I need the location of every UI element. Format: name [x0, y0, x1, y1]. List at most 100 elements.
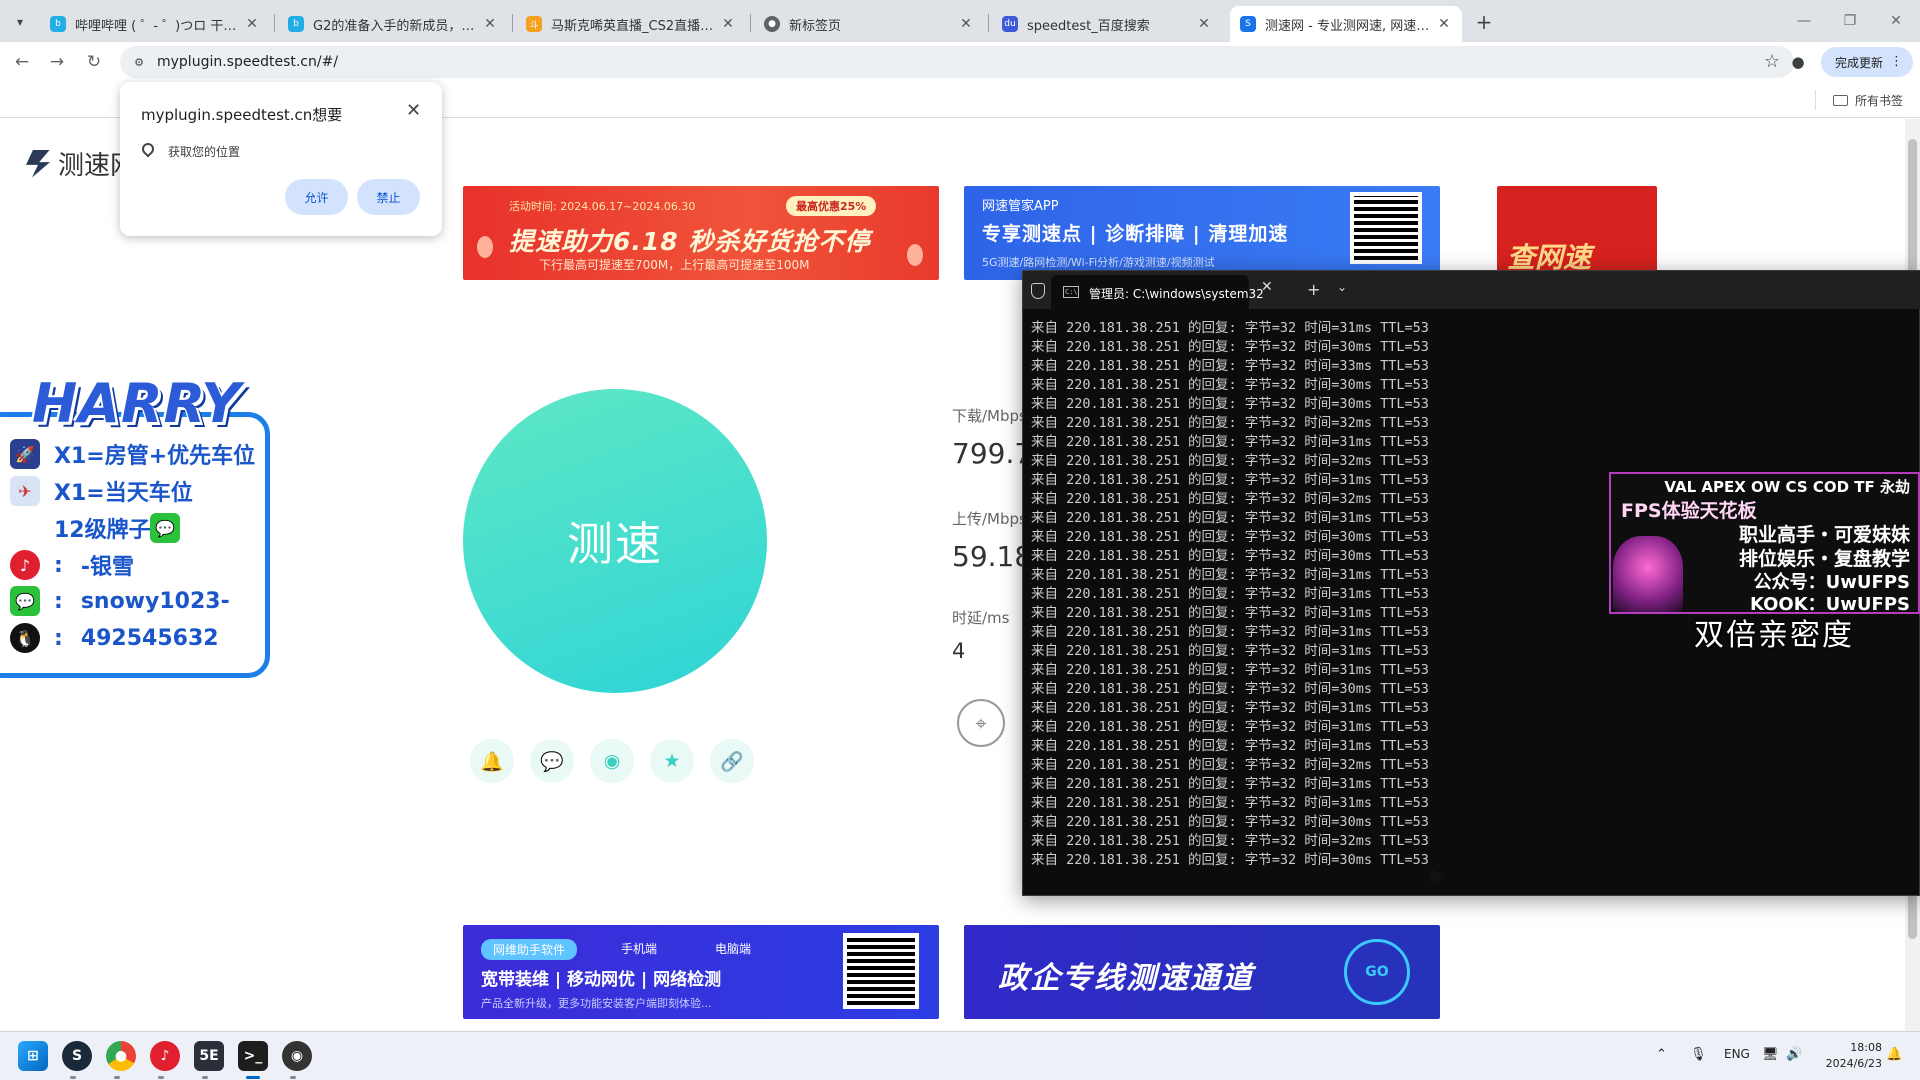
tab-divider [988, 14, 989, 32]
volume-icon[interactable]: 🔊 [1786, 1047, 1802, 1062]
tab-baidu-search[interactable]: du speedtest_百度搜索 ✕ [992, 6, 1222, 42]
notification-bell-icon[interactable]: 🔔 [1886, 1047, 1902, 1062]
close-icon[interactable]: ✕ [720, 16, 736, 32]
terminal-tab-bar: C:\ 管理员: C:\windows\system32 ✕ + ⌄ [1023, 271, 1920, 309]
banner-check-speed[interactable]: 查网速 [1497, 186, 1657, 280]
terminal-tab[interactable]: C:\ 管理员: C:\windows\system32 [1051, 275, 1264, 309]
banner-enterprise-speedtest[interactable]: 政企专线测速通道 GO [964, 925, 1440, 1019]
terminal-line: 来自 220.181.38.251 的回复: 字节=32 时间=30ms TTL… [1031, 852, 1429, 868]
microphone-icon[interactable]: 🎙 [1690, 1047, 1707, 1062]
new-terminal-tab-icon[interactable]: + [1307, 280, 1320, 299]
favorite-star-icon[interactable]: ★ [650, 739, 694, 783]
banner-app-features: 专享测速点 | 诊断排障 | 清理加速 [982, 223, 1289, 245]
streamer-info-sticker: HARRY 🚀 X1=房管+优先车位 ✈ X1=当天车位 12级牌子 群 💬 ♪… [0, 372, 272, 680]
terminal-line: 来自 220.181.38.251 的回复: 字节=32 时间=32ms TTL… [1031, 453, 1429, 469]
tray-chevron-up-icon[interactable]: ⌃ [1656, 1047, 1667, 1062]
banner-618-sale[interactable]: 活动时间: 2024.06.17~2024.06.30 最高优惠25% 提速助力… [463, 186, 939, 280]
speedtest-icon: S [1240, 16, 1256, 32]
folder-icon [1833, 95, 1848, 106]
chevron-down-icon[interactable]: ⌄ [1337, 280, 1347, 294]
tab-bilibili-home[interactable]: b 哔哩哔哩 ( ゜- ゜)つロ 干杯~-bili ✕ [40, 6, 270, 42]
balloon-icon [907, 244, 923, 266]
address-bar[interactable]: ⚙ myplugin.speedtest.cn/#/ ☆ [120, 46, 1794, 78]
terminal-line: 来自 220.181.38.251 的回复: 字节=32 时间=32ms TTL… [1031, 757, 1429, 773]
terminal-tab-title: 管理员: C:\windows\system32 [1089, 287, 1264, 301]
banner-app[interactable]: 网速管家APP 专享测速点 | 诊断排障 | 清理加速 5G测速/路网检测/Wi… [964, 186, 1440, 280]
close-icon[interactable]: ✕ [1261, 279, 1273, 295]
latency-value: 4 [952, 639, 966, 663]
terminal-output[interactable]: 来自 220.181.38.251 的回复: 字节=32 时间=31ms TTL… [1031, 319, 1429, 870]
update-button[interactable]: 完成更新 ⋮ [1821, 47, 1913, 77]
back-arrow-icon[interactable]: ← [8, 48, 36, 76]
forward-arrow-icon[interactable]: → [43, 48, 71, 76]
5e-platform-icon[interactable]: 5E [194, 1041, 224, 1071]
profile-icon[interactable]: ● [1786, 50, 1810, 74]
tab-bilibili-video[interactable]: b G2的准备入手的新成员，大家觉 ✕ [278, 6, 508, 42]
obs-icon[interactable]: ◉ [282, 1041, 312, 1071]
permission-request: 获取您的位置 [168, 145, 241, 159]
go-button[interactable]: GO [1344, 939, 1410, 1005]
more-menu-icon[interactable]: ⋮ [1890, 54, 1903, 69]
steam-icon[interactable]: S [62, 1041, 92, 1071]
restore-icon[interactable]: ❐ [1830, 8, 1870, 34]
banner-enterprise-title: 政企专线测速通道 [998, 961, 1254, 996]
input-language[interactable]: ENG [1724, 1047, 1750, 1061]
location-pin-icon [139, 140, 157, 158]
terminal-line: 来自 220.181.38.251 的回复: 字节=32 时间=31ms TTL… [1031, 472, 1429, 488]
tab-douyu[interactable]: 斗 马斯克唏英直播_CS2直播_斗鱼 ✕ [516, 6, 746, 42]
close-icon[interactable]: ✕ [1196, 16, 1212, 32]
terminal-line: 来自 220.181.38.251 的回复: 字节=32 时间=30ms TTL… [1031, 814, 1429, 830]
stream-promo-overlay: VAL APEX OW CS COD TF 永劫 FPS体验天花板 职业高手・可… [1609, 472, 1920, 614]
reload-icon[interactable]: ↻ [80, 48, 108, 76]
banner-helper-title: 宽带装维 | 移动网优 | 网络检测 [481, 970, 722, 990]
close-icon[interactable]: ✕ [244, 16, 260, 32]
sticker-colon: : [54, 625, 63, 651]
tab-divider [750, 14, 751, 32]
netease-music-icon[interactable]: ♪ [150, 1041, 180, 1071]
tab-speedtest[interactable]: S 测速网 - 专业测网速, 网速测试 ✕ [1230, 6, 1462, 42]
url-text[interactable]: myplugin.speedtest.cn/#/ [157, 54, 338, 70]
close-icon[interactable]: ✕ [482, 16, 498, 32]
allow-button[interactable]: 允许 [285, 179, 348, 215]
close-icon[interactable]: ✕ [1436, 16, 1452, 32]
start-speedtest-button[interactable]: 测速 [463, 389, 767, 693]
running-app-indicator [202, 1076, 208, 1079]
taskbar-clock[interactable]: 18:08 2024/6/23 [1822, 1040, 1882, 1072]
bilibili-icon: b [288, 16, 304, 32]
sticker-row-text: -银雪 [80, 555, 134, 580]
weibo-share-icon[interactable]: ◉ [590, 739, 634, 783]
site-info-icon[interactable]: ⚙ [130, 53, 148, 71]
qq-icon: 🐧 [10, 623, 40, 653]
new-tab-plus-icon[interactable]: + [1471, 9, 1497, 35]
terminal-line: 来自 220.181.38.251 的回复: 字节=32 时间=31ms TTL… [1031, 738, 1429, 754]
window-close-icon[interactable]: ✕ [1876, 8, 1916, 34]
share-row: 🔔 💬 ◉ ★ 🔗 [470, 739, 770, 783]
tab-search-chevron-icon[interactable]: ▾ [8, 10, 32, 34]
terminal-line: 来自 220.181.38.251 的回复: 字节=32 时间=30ms TTL… [1031, 339, 1429, 355]
chrome-icon[interactable]: ● [106, 1041, 136, 1071]
terminal-line: 来自 220.181.38.251 的回复: 字节=32 时间=31ms TTL… [1031, 700, 1429, 716]
wechat-share-icon[interactable]: 💬 [530, 739, 574, 783]
bookmark-star-icon[interactable]: ☆ [1764, 51, 1780, 72]
network-icon[interactable]: 🖥 [1762, 1047, 1779, 1062]
terminal-line: 来自 220.181.38.251 的回复: 字节=32 时间=31ms TTL… [1031, 719, 1429, 735]
terminal-line: 来自 220.181.38.251 的回复: 字节=32 时间=30ms TTL… [1031, 377, 1429, 393]
terminal-line: 来自 220.181.38.251 的回复: 字节=32 时间=31ms TTL… [1031, 795, 1429, 811]
location-pin-icon[interactable]: ⌖ [957, 699, 1005, 747]
sticker-row: ✈ X1=当天车位 [10, 475, 193, 507]
close-icon[interactable]: ✕ [958, 16, 974, 32]
promo-line: FPS体验天花板 [1621, 500, 1757, 522]
banner-network-helper[interactable]: 网维助手软件 手机端 电脑端 宽带装维 | 移动网优 | 网络检测 产品全新升级… [463, 925, 939, 1019]
all-bookmarks-button[interactable]: 所有书签 [1833, 92, 1903, 109]
link-icon[interactable]: 🔗 [710, 739, 754, 783]
terminal-line: 来自 220.181.38.251 的回复: 字节=32 时间=32ms TTL… [1031, 415, 1429, 431]
block-button[interactable]: 禁止 [357, 179, 420, 215]
terminal-icon[interactable]: >_ [238, 1041, 268, 1071]
close-icon[interactable]: ✕ [406, 100, 421, 121]
qq-share-icon[interactable]: 🔔 [470, 739, 514, 783]
qr-code-icon [843, 933, 919, 1009]
minimize-icon[interactable]: — [1784, 8, 1824, 34]
tab-new-tab[interactable]: ● 新标签页 ✕ [754, 6, 984, 42]
anime-character-image [1613, 536, 1683, 612]
windows-start-icon[interactable]: ⊞ [18, 1041, 48, 1071]
